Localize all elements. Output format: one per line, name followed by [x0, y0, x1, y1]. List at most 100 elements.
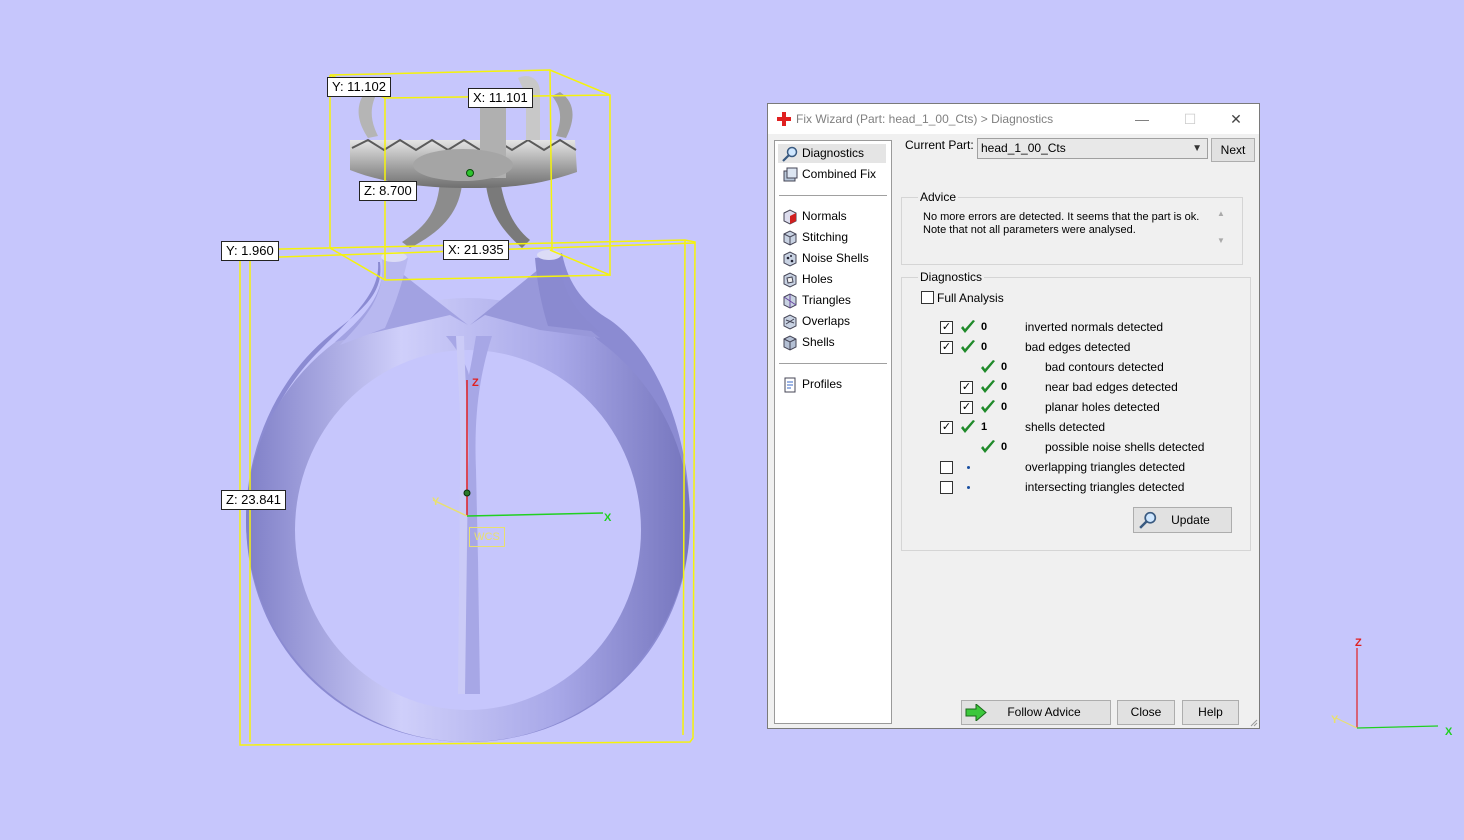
advice-title: Advice	[918, 190, 959, 204]
minimize-button[interactable]: —	[1122, 107, 1162, 131]
nav-overlaps[interactable]: Overlaps	[778, 312, 886, 331]
follow-advice-label: Follow Advice	[1007, 705, 1081, 719]
advice-scrollbar[interactable]: ▲ ▼	[1213, 209, 1229, 256]
diagnostic-checkbox[interactable]: ✓	[960, 401, 973, 414]
diagnostic-label: bad edges detected	[1025, 340, 1131, 354]
diagnostic-checkbox[interactable]: ✓	[940, 341, 953, 354]
arrow-right-icon	[965, 704, 987, 721]
follow-advice-button[interactable]: Follow Advice	[961, 700, 1111, 725]
nav-separator	[779, 363, 887, 364]
current-part-label: Current Part:	[905, 138, 974, 152]
diagnostic-label: possible noise shells detected	[1045, 440, 1205, 454]
nav-combined-fix-label: Combined Fix	[802, 167, 877, 181]
diagnostic-count: 0	[1001, 361, 1008, 373]
noise-shells-icon	[783, 251, 797, 267]
checkmark-icon	[981, 360, 995, 373]
nav-shells[interactable]: Shells	[778, 333, 886, 352]
current-part-value: head_1_00_Cts	[981, 141, 1066, 155]
nav-holes[interactable]: Holes	[778, 270, 886, 289]
pending-dot-icon	[967, 466, 970, 469]
full-analysis-label: Full Analysis	[937, 291, 1004, 305]
update-button-label: Update	[1171, 513, 1210, 527]
magnifier-icon	[782, 146, 798, 162]
mini-axis-x-label: X	[1445, 726, 1453, 738]
checkmark-icon	[961, 420, 975, 433]
nav-profiles[interactable]: Profiles	[778, 375, 886, 394]
dim-ring-z: Z: 23.841	[221, 490, 286, 510]
nav-noise-shells-label: Noise Shells	[802, 251, 869, 265]
nav-normals-label: Normals	[802, 209, 847, 223]
help-button[interactable]: Help	[1182, 700, 1239, 725]
diagnostic-checkbox[interactable]	[940, 481, 953, 494]
diagnostic-checkbox[interactable]: ✓	[940, 421, 953, 434]
nav-diagnostics-label: Diagnostics	[802, 146, 865, 160]
diagnostic-count: 1	[981, 421, 988, 433]
checkmark-icon	[961, 320, 975, 333]
full-analysis-checkbox[interactable]	[921, 291, 934, 304]
dim-ring-x: X: 21.935	[443, 240, 509, 260]
diagnostic-label: planar holes detected	[1045, 400, 1160, 414]
mini-axis-y-label: Y	[1331, 714, 1339, 726]
nav-separator	[779, 195, 887, 196]
checkmark-icon	[981, 400, 995, 413]
nav-triangles-label: Triangles	[802, 293, 851, 307]
nav-shells-label: Shells	[802, 335, 835, 349]
diagnostic-count: 0	[1001, 381, 1008, 393]
maximize-button[interactable]: ☐	[1170, 107, 1210, 131]
app-cross-icon	[777, 112, 791, 126]
pending-dot-icon	[967, 486, 970, 489]
nav-normals[interactable]: Normals	[778, 207, 886, 226]
nav-stitching-label: Stitching	[802, 230, 849, 244]
mini-axis-z-label: Z	[1355, 637, 1362, 649]
nav-holes-label: Holes	[802, 272, 833, 286]
diagnostic-count: 0	[981, 321, 988, 333]
axis-y-label: Y	[432, 496, 440, 508]
close-window-button[interactable]: ✕	[1216, 107, 1256, 131]
checkmark-icon	[981, 380, 995, 393]
nav-overlaps-label: Overlaps	[802, 314, 851, 328]
dim-ring-y: Y: 1.960	[221, 241, 279, 261]
diagnostic-label: bad contours detected	[1045, 360, 1164, 374]
holes-icon	[783, 272, 797, 288]
world-axes	[432, 380, 604, 517]
normals-icon	[783, 209, 797, 225]
profiles-icon	[784, 377, 796, 393]
diagnostic-count: 0	[1001, 441, 1008, 453]
checkmark-icon	[961, 340, 975, 353]
nav-diagnostics[interactable]: Diagnostics	[778, 144, 886, 163]
close-button[interactable]: Close	[1117, 700, 1175, 725]
diagnostic-checkbox[interactable]: ✓	[940, 321, 953, 334]
nav-combined-fix[interactable]: Combined Fix	[778, 165, 886, 184]
dim-top-z: Z: 8.700	[359, 181, 417, 201]
nav-noise-shells[interactable]: Noise Shells	[778, 249, 886, 268]
diagnostic-label: intersecting triangles detected	[1025, 480, 1185, 494]
overlaps-icon	[783, 314, 797, 330]
advice-box: No more errors are detected. It seems th…	[911, 209, 1229, 256]
diagnostic-count: 0	[981, 341, 988, 353]
diagnostic-checkbox[interactable]	[940, 461, 953, 474]
resize-grip-icon[interactable]	[1249, 718, 1258, 727]
axis-z-label: Z	[472, 377, 479, 389]
diagnostic-label: near bad edges detected	[1045, 380, 1178, 394]
chevron-down-icon: ▼	[1192, 143, 1202, 154]
dialog-titlebar[interactable]: Fix Wizard (Part: head_1_00_Cts) > Diagn…	[768, 104, 1259, 134]
wizard-nav[interactable]: Diagnostics Combined Fix Normals Stitchi…	[774, 140, 892, 724]
diagnostic-checkbox[interactable]: ✓	[960, 381, 973, 394]
mini-axes	[1335, 648, 1439, 729]
diagnostic-label: shells detected	[1025, 420, 1106, 434]
fix-wizard-dialog[interactable]: Fix Wizard (Part: head_1_00_Cts) > Diagn…	[767, 103, 1260, 729]
next-button[interactable]: Next	[1211, 138, 1255, 162]
head-model[interactable]	[350, 75, 577, 248]
stitching-icon	[783, 230, 797, 246]
dim-top-x: X: 11.101	[468, 88, 533, 108]
update-button[interactable]: Update	[1133, 507, 1232, 533]
diagnostic-label: overlapping triangles detected	[1025, 460, 1186, 474]
checkmark-icon	[981, 440, 995, 453]
nav-stitching[interactable]: Stitching	[778, 228, 886, 247]
diagnostic-label: inverted normals detected	[1025, 320, 1164, 334]
diagnostics-title: Diagnostics	[918, 270, 985, 284]
current-part-select[interactable]: head_1_00_Cts ▼	[977, 138, 1208, 159]
wcs-label: WCS	[469, 527, 505, 547]
nav-triangles[interactable]: Triangles	[778, 291, 886, 310]
magnifier-icon	[1139, 511, 1157, 529]
